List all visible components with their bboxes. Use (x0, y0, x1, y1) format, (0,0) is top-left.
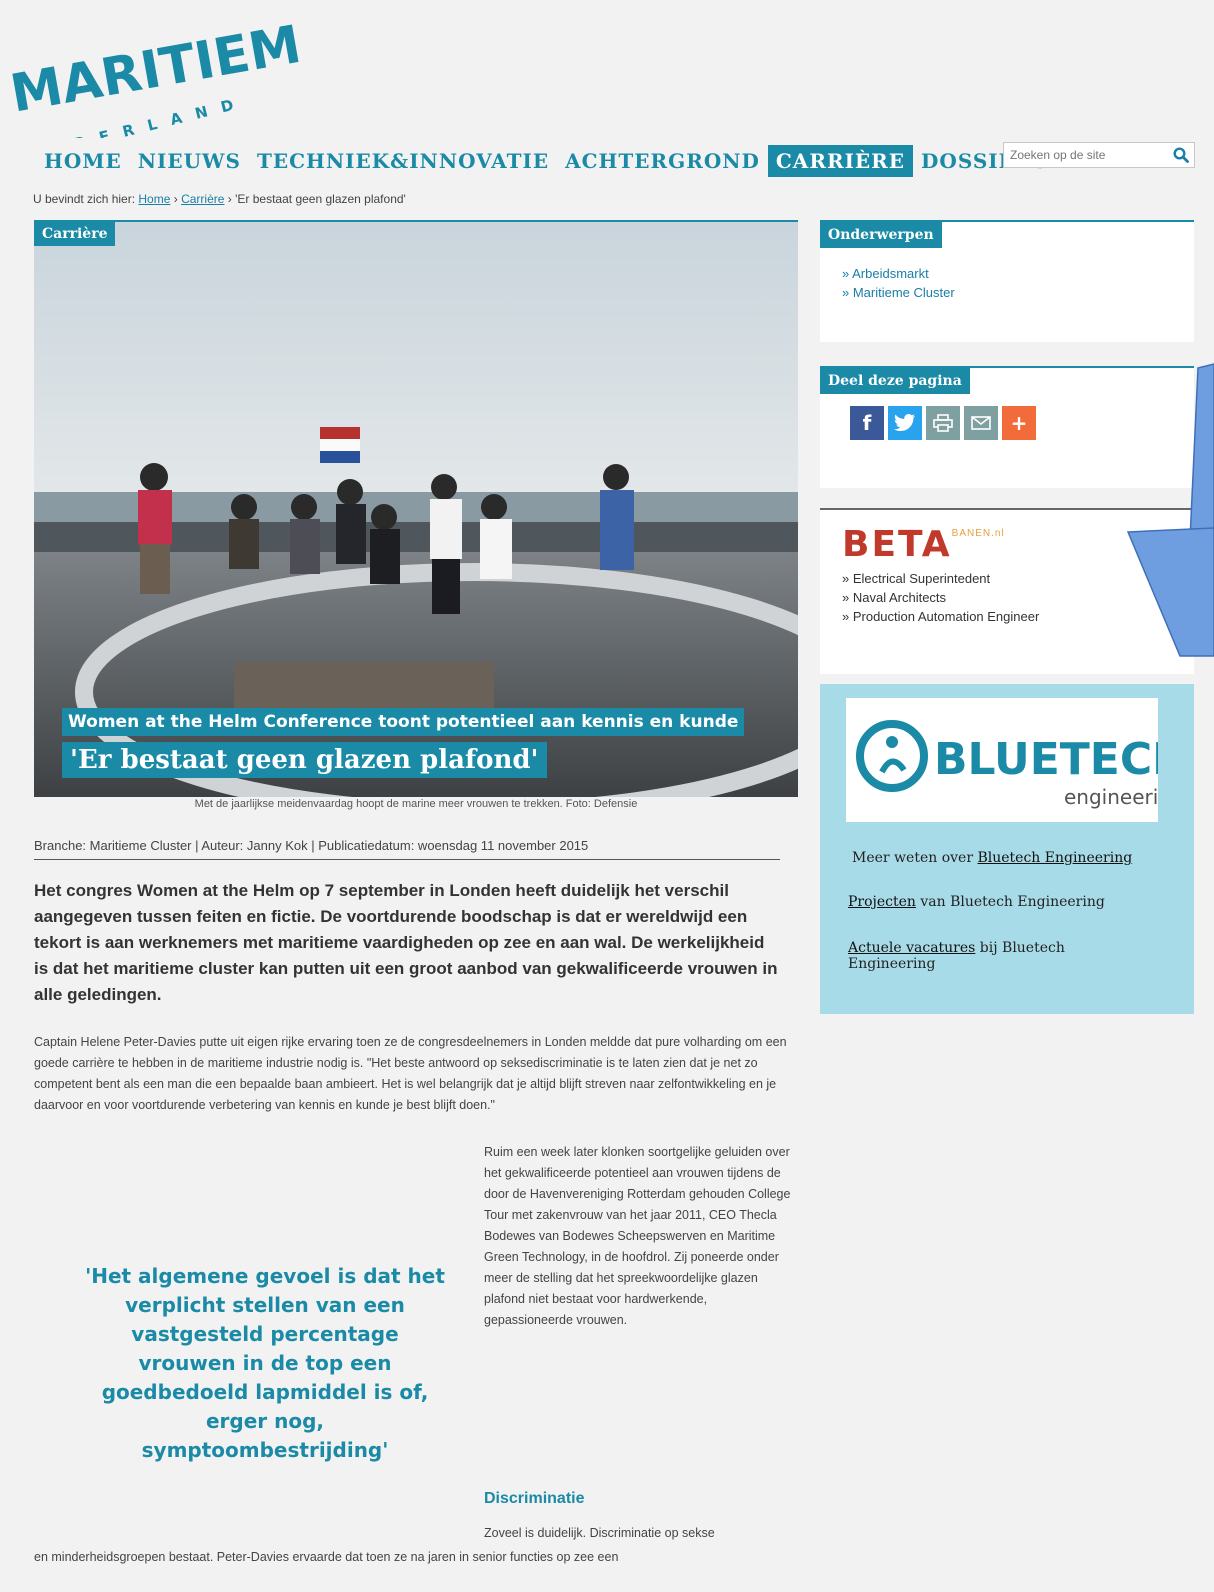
topics-box: Onderwerpen » Arbeidsmarkt » Maritieme C… (820, 220, 1194, 342)
bluetech-ad: BLUETECH engineering Meer weten over Blu… (820, 684, 1194, 1014)
article-meta: Branche: Maritieme Cluster | Auteur: Jan… (34, 838, 780, 860)
topic-link[interactable]: » Maritieme Cluster (842, 285, 1194, 300)
bluetech-line-text: Meer weten over (852, 850, 978, 866)
article-paragraph: Captain Helene Peter-Davies putte uit ei… (34, 1035, 787, 1112)
breadcrumb-current: 'Er bestaat geen glazen plafond' (235, 192, 406, 206)
section-heading: Discriminatie (484, 1490, 585, 1507)
mail-icon[interactable] (964, 406, 998, 440)
category-tag[interactable]: Carrière (34, 222, 116, 246)
article-subtitle: Women at the Helm Conference toont poten… (62, 708, 745, 736)
nav-techniek-innovatie[interactable]: TECHNIEK&INNOVATIE (249, 145, 557, 177)
bluetech-logo-text: BLUETECH (934, 734, 1158, 785)
annotation-arrow-icon (1120, 360, 1214, 660)
search-input[interactable] (1004, 147, 1169, 163)
site-logo[interactable]: MARITIEM NEDERLAND (6, 15, 306, 166)
nav-achtergrond[interactable]: ACHTERGROND (557, 145, 768, 177)
photo-caption: Met de jaarlijkse meidenvaardag hoopt de… (194, 798, 638, 810)
breadcrumb: U bevindt zich hier: Home › Carrière › '… (33, 192, 406, 206)
hero-image: Carrière Women at the Helm Conference to… (34, 220, 798, 797)
share-title: Deel deze pagina (820, 368, 970, 394)
article-paragraph: Zoveel is duidelijk. Discriminatie op se… (484, 1526, 715, 1540)
article-paragraph: en minderheidsgroepen bestaat. Peter-Dav… (34, 1550, 619, 1564)
bluetech-line-text: van Bluetech Engineering (915, 894, 1105, 910)
facebook-icon[interactable]: f (850, 406, 884, 440)
article-paragraph: Ruim een week later klonken soortgelijke… (484, 1145, 791, 1327)
bluetech-logo-sub: engineering (1064, 785, 1158, 809)
topic-link[interactable]: » Arbeidsmarkt (842, 266, 1194, 281)
betabanen-logo-suffix: BANEN.nl (951, 528, 1005, 539)
article-lead: Het congres Women at the Helm op 7 septe… (34, 881, 778, 1004)
main-nav: HOME NIEUWS TECHNIEK&INNOVATIE ACHTERGRO… (36, 145, 1056, 177)
projects-link[interactable]: Projecten (848, 894, 916, 910)
article-title: 'Er bestaat geen glazen plafond' (62, 742, 547, 778)
topics-title: Onderwerpen (820, 222, 942, 248)
nav-home[interactable]: HOME (36, 145, 130, 177)
bluetech-link[interactable]: Bluetech Engineering (977, 850, 1132, 866)
bluetech-line: Meer weten over Bluetech Engineering (852, 850, 1132, 866)
breadcrumb-section[interactable]: Carrière (181, 192, 224, 206)
bluetech-logo[interactable]: BLUETECH engineering (846, 698, 1189, 822)
vacatures-link[interactable]: Actuele vacatures (848, 940, 975, 956)
twitter-icon[interactable] (888, 406, 922, 440)
pull-quote: 'Het algemene gevoel is dat het verplich… (85, 1264, 445, 1462)
nav-nieuws[interactable]: NIEUWS (130, 145, 249, 177)
logo-main-text: MARITIEM (6, 18, 305, 125)
site-search (1003, 142, 1195, 168)
breadcrumb-prefix: U bevindt zich hier: (33, 192, 136, 206)
nav-carriere[interactable]: CARRIÈRE (767, 145, 914, 177)
breadcrumb-separator: › (227, 192, 232, 206)
search-icon[interactable] (1169, 143, 1194, 167)
breadcrumb-separator: › (173, 192, 178, 206)
plus-icon[interactable]: + (1002, 406, 1036, 440)
betabanen-logo-text: BETA (842, 524, 952, 565)
bluetech-line: Projecten van Bluetech Engineering (848, 894, 1105, 910)
bluetech-line: Actuele vacatures bij Bluetech Engineeri… (848, 940, 1128, 972)
print-icon[interactable] (926, 406, 960, 440)
breadcrumb-home[interactable]: Home (138, 192, 170, 206)
